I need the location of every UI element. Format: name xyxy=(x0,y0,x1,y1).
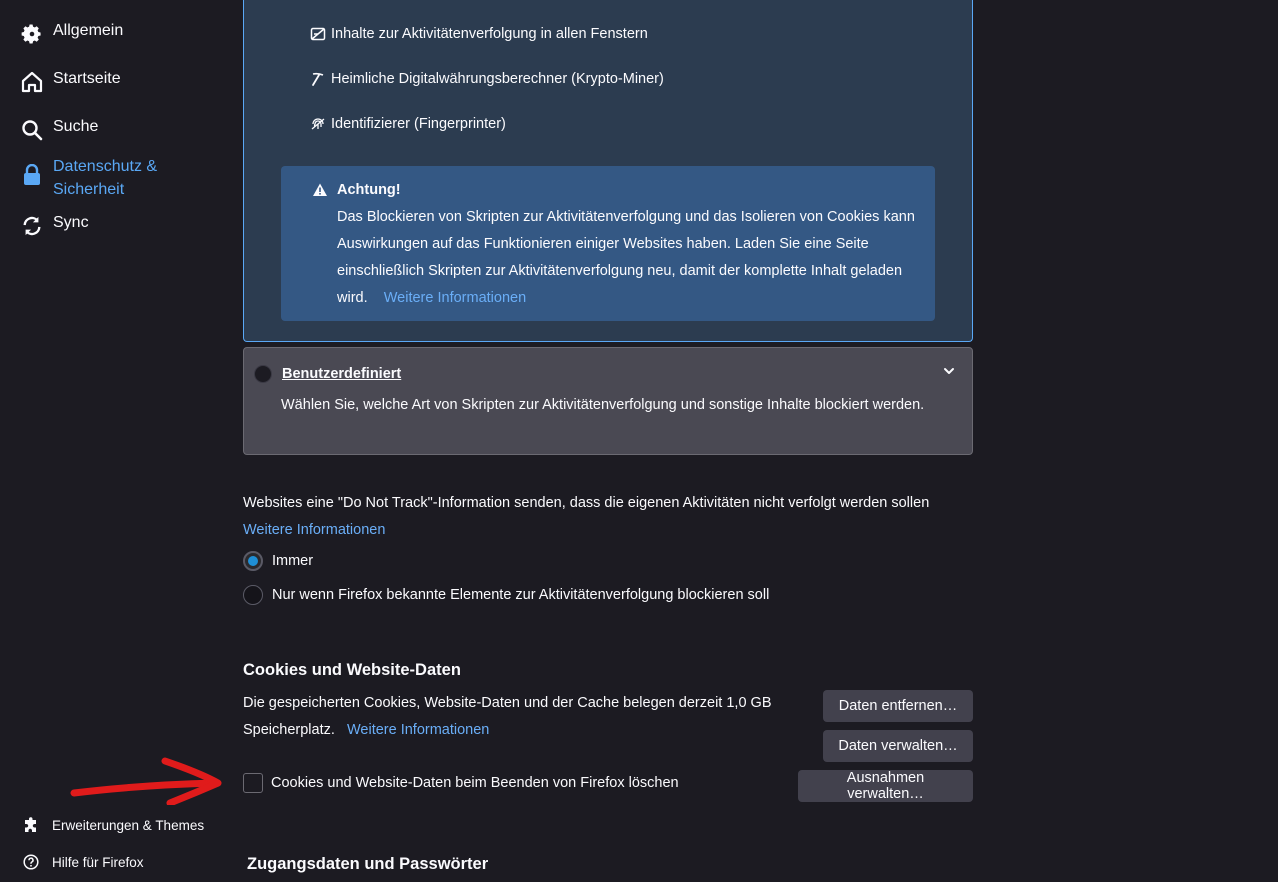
sidebar-item-datenschutz[interactable]: Datenschutz & Sicherheit xyxy=(20,155,157,201)
dnt-option-only-when-blocking[interactable]: Nur wenn Firefox bekannte Elemente zur A… xyxy=(243,585,769,605)
logins-section-title: Zugangsdaten und Passwörter xyxy=(247,855,489,873)
delete-cookies-on-close-checkbox[interactable] xyxy=(243,773,263,793)
sidebar-item-label-line2: Sicherheit xyxy=(53,181,125,198)
dnt-description: Websites eine "Do Not Track"-Information… xyxy=(243,495,930,511)
cryptominer-item: Heimliche Digitalwährungsberechner (Kryp… xyxy=(310,71,664,87)
dnt-option-label: Immer xyxy=(272,553,314,569)
fingerprint-icon xyxy=(310,116,326,132)
lock-icon xyxy=(20,163,44,187)
sidebar-item-label: Sync xyxy=(53,214,89,231)
cookies-usage-text: Die gespeicherten Cookies, Website-Daten… xyxy=(243,690,803,744)
footer-item-label: Erweiterungen & Themes xyxy=(52,817,205,833)
sidebar-extensions-themes[interactable]: Erweiterungen & Themes xyxy=(22,816,204,834)
sync-icon xyxy=(20,214,44,238)
delete-cookies-on-close-option[interactable]: Cookies und Website-Daten beim Beenden v… xyxy=(243,773,679,793)
dnt-radio-always[interactable] xyxy=(243,551,263,571)
footer-item-label: Hilfe für Firefox xyxy=(52,854,144,870)
custom-radio[interactable] xyxy=(254,365,272,383)
cookies-learn-more-link[interactable]: Weitere Informationen xyxy=(347,722,489,738)
sidebar-item-label: Datenschutz & xyxy=(53,158,158,175)
puzzle-icon xyxy=(22,816,40,834)
warning-title-text: Achtung! xyxy=(337,182,401,198)
custom-option-title: Benutzerdefiniert xyxy=(282,366,402,382)
warning-learn-more-link[interactable]: Weitere Informationen xyxy=(384,290,526,306)
dnt-option-always[interactable]: Immer xyxy=(243,551,313,571)
warning-icon xyxy=(312,181,330,199)
sidebar-item-label: Suche xyxy=(53,118,99,135)
delete-cookies-on-close-label: Cookies und Website-Daten beim Beenden v… xyxy=(271,775,679,791)
sidebar-item-label: Startseite xyxy=(53,70,121,87)
warning-title: Achtung! xyxy=(312,181,401,199)
warning-text: Das Blockieren von Skripten zur Aktivitä… xyxy=(337,204,927,312)
fingerprinter-item: Identifizierer (Fingerprinter) xyxy=(310,116,506,132)
sidebar-item-sync[interactable]: Sync xyxy=(20,214,89,238)
sidebar-help[interactable]: Hilfe für Firefox xyxy=(22,853,144,871)
red-arrow-annotation xyxy=(70,757,222,805)
sidebar-item-allgemein[interactable]: Allgemein xyxy=(20,22,123,46)
sidebar-item-label: Allgemein xyxy=(53,22,124,39)
dnt-radio-only-when-blocking[interactable] xyxy=(243,585,263,605)
cryptominer-label: Heimliche Digitalwährungsberechner (Kryp… xyxy=(331,71,664,87)
sidebar-item-suche[interactable]: Suche xyxy=(20,118,98,142)
tracking-content-icon xyxy=(310,26,326,42)
tracking-content-label: Inhalte zur Aktivitätenverfolgung in all… xyxy=(331,26,648,42)
cryptominer-icon xyxy=(310,71,326,87)
chevron-down-icon[interactable] xyxy=(940,362,958,380)
cookies-usage-body: Die gespeicherten Cookies, Website-Daten… xyxy=(243,695,772,738)
search-icon xyxy=(20,118,44,142)
remove-data-button[interactable]: Daten entfernen… xyxy=(823,690,973,722)
cookies-section-title: Cookies und Website-Daten xyxy=(243,661,461,679)
sidebar: Allgemein Startseite Suche Datenschutz &… xyxy=(0,0,230,882)
gear-icon xyxy=(20,22,44,46)
dnt-option-label: Nur wenn Firefox bekannte Elemente zur A… xyxy=(272,587,770,603)
tracking-content-item: Inhalte zur Aktivitätenverfolgung in all… xyxy=(310,26,648,42)
help-icon xyxy=(22,853,40,871)
manage-exceptions-button[interactable]: Ausnahmen verwalten… xyxy=(798,770,973,802)
sidebar-item-startseite[interactable]: Startseite xyxy=(20,70,121,94)
custom-option-description: Wählen Sie, welche Art von Skripten zur … xyxy=(281,397,925,413)
home-icon xyxy=(20,70,44,94)
dnt-learn-more-link[interactable]: Weitere Informationen xyxy=(243,522,385,538)
manage-data-button[interactable]: Daten verwalten… xyxy=(823,730,973,762)
fingerprinter-label: Identifizierer (Fingerprinter) xyxy=(331,116,506,132)
